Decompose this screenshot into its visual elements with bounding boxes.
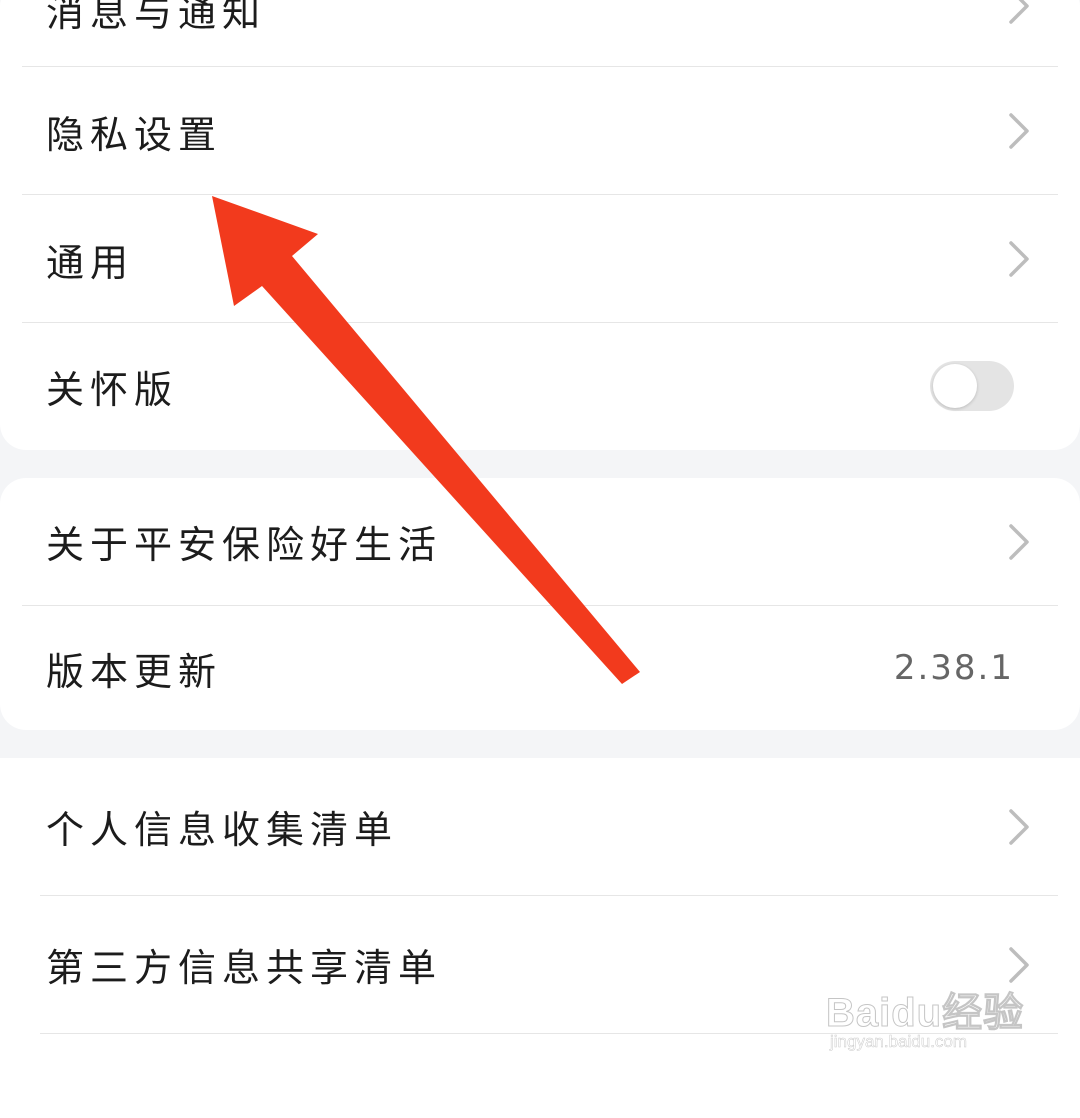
- version-number: 2.38.1: [893, 648, 1014, 688]
- row-label: 隐私设置: [46, 112, 223, 157]
- chevron-right-icon: [1009, 808, 1029, 845]
- row-version-update[interactable]: 版本更新 2.38.1: [0, 606, 1080, 730]
- chevron-right-icon: [1009, 946, 1029, 983]
- toggle-knob: [933, 364, 977, 408]
- row-care-mode: 关怀版: [0, 323, 1080, 450]
- chevron-right-icon: [1009, 113, 1029, 149]
- row-third-party-sharing-list[interactable]: 第三方信息共享清单: [0, 896, 1080, 1033]
- row-label: 关于平安保险好生活: [46, 523, 443, 567]
- row-label: 通用: [46, 240, 135, 285]
- settings-card-privacy-lists: 个人信息收集清单 第三方信息共享清单: [0, 758, 1080, 1118]
- settings-card-about: 关于平安保险好生活 版本更新 2.38.1: [0, 478, 1080, 730]
- row-personal-info-list[interactable]: 个人信息收集清单: [0, 758, 1080, 895]
- row-label: 版本更新: [46, 649, 223, 694]
- row-label: 第三方信息共享清单: [46, 946, 443, 990]
- chevron-right-icon: [1009, 241, 1029, 277]
- chevron-right-icon: [1009, 0, 1029, 24]
- row-privacy-settings[interactable]: 隐私设置: [0, 67, 1080, 195]
- row-about-app[interactable]: 关于平安保险好生活: [0, 478, 1080, 605]
- settings-card-general: 消息与通知 隐私设置 通用 关怀版: [0, 0, 1080, 450]
- divider: [40, 1033, 1058, 1034]
- row-label: 关怀版: [46, 368, 179, 412]
- chevron-right-icon: [1009, 523, 1029, 560]
- row-label: 个人信息收集清单: [46, 808, 399, 852]
- row-messages-notifications[interactable]: 消息与通知: [0, 0, 1080, 67]
- care-mode-toggle[interactable]: [930, 361, 1014, 411]
- row-label: 消息与通知: [46, 0, 267, 35]
- row-general[interactable]: 通用: [0, 195, 1080, 323]
